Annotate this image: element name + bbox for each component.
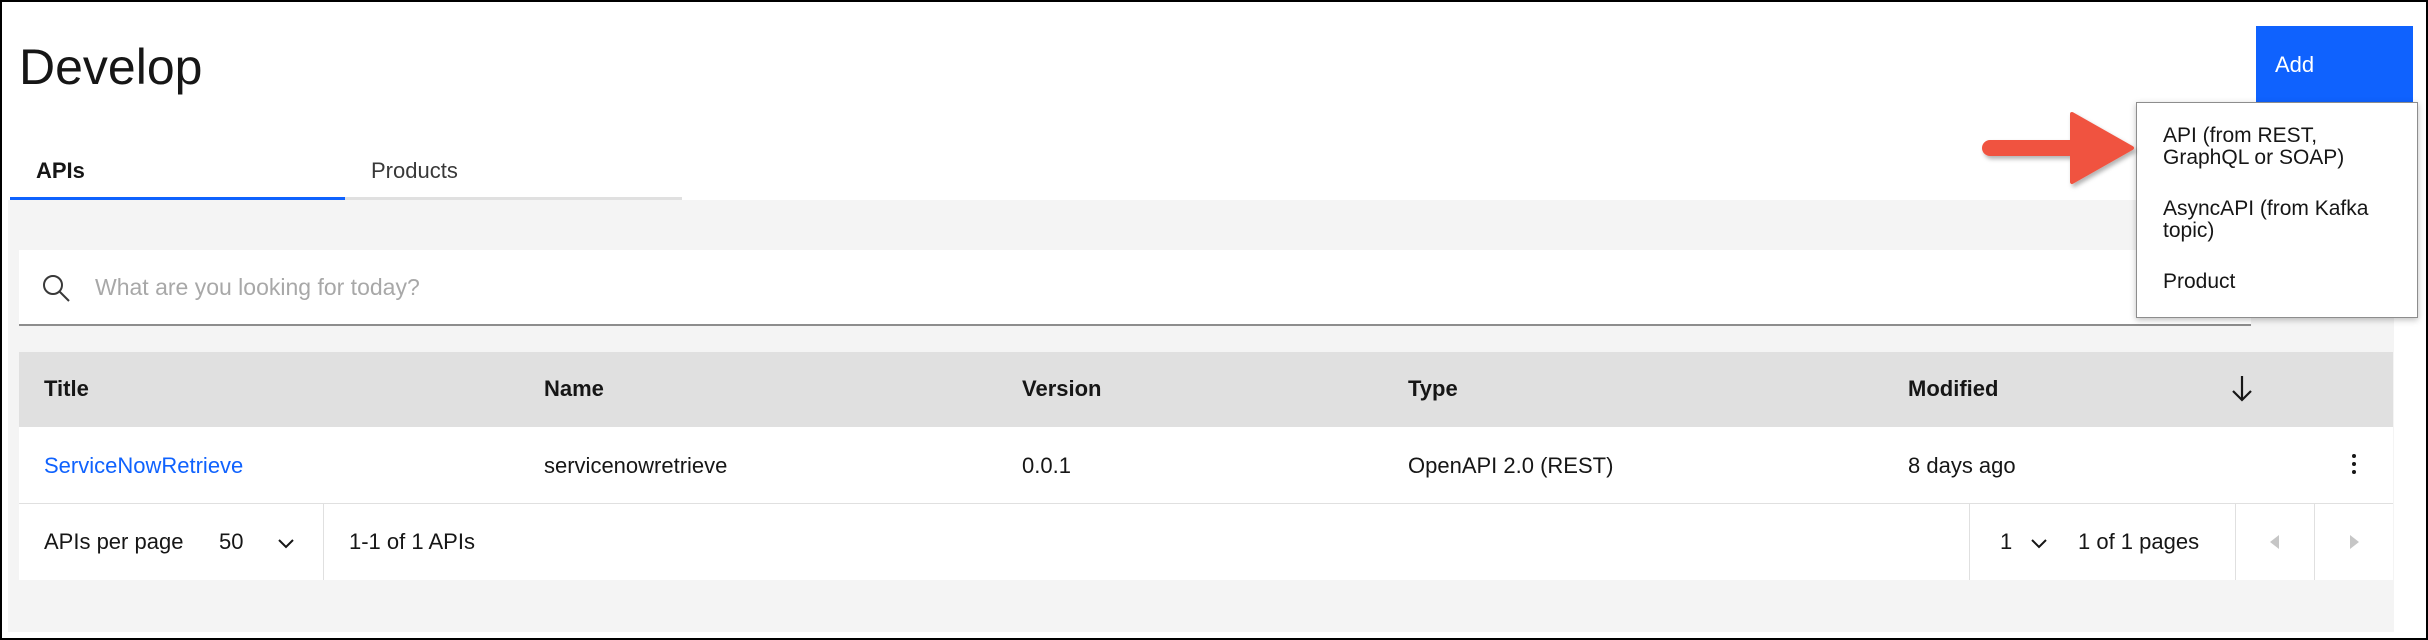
column-header-version[interactable]: Version xyxy=(1022,376,1101,402)
tab-list: APIs Products xyxy=(10,148,682,200)
tab-apis-label: APIs xyxy=(36,158,85,183)
chevron-down-icon xyxy=(278,539,294,549)
add-button[interactable]: Add xyxy=(2256,26,2413,104)
previous-page-button[interactable] xyxy=(2236,504,2314,580)
pages-text: 1 of 1 pages xyxy=(2078,529,2200,554)
api-type: OpenAPI 2.0 (REST) xyxy=(1408,453,1614,478)
annotation-arrow-icon xyxy=(1982,112,2134,184)
pagination-divider xyxy=(1969,504,1970,580)
search-bar xyxy=(19,250,2251,326)
pagination-divider xyxy=(323,504,324,580)
caret-left-icon xyxy=(2270,535,2279,549)
items-range-text: 1-1 of 1 APIs xyxy=(349,529,475,554)
column-header-title[interactable]: Title xyxy=(44,376,89,402)
api-modified: 8 days ago xyxy=(1908,453,2016,478)
api-version: 0.0.1 xyxy=(1022,453,1071,478)
menu-item-asyncapi[interactable]: AsyncAPI (from Kafka topic) xyxy=(2163,198,2408,242)
menu-item-asyncapi-line1: AsyncAPI (from Kafka xyxy=(2163,197,2369,220)
menu-item-api[interactable]: API (from REST, GraphQL or SOAP) xyxy=(2163,125,2408,169)
table-header: Title Name Version Type Modified xyxy=(19,352,2393,427)
sort-arrow-down-icon[interactable] xyxy=(2225,371,2259,405)
column-header-modified[interactable]: Modified xyxy=(1908,376,1998,402)
add-dropdown-menu: API (from REST, GraphQL or SOAP) AsyncAP… xyxy=(2136,102,2418,318)
page-number-value: 1 xyxy=(2000,529,2013,554)
column-header-name[interactable]: Name xyxy=(544,376,604,402)
tab-products[interactable]: Products xyxy=(345,148,682,200)
menu-item-product[interactable]: Product xyxy=(2163,271,2408,293)
items-per-page-label: APIs per page xyxy=(44,529,184,554)
menu-item-product-label: Product xyxy=(2163,270,2236,293)
column-header-type[interactable]: Type xyxy=(1408,376,1458,402)
menu-item-asyncapi-line2: topic) xyxy=(2163,219,2215,242)
tab-apis[interactable]: APIs xyxy=(10,148,345,200)
menu-item-api-line1: API (from REST, xyxy=(2163,124,2318,147)
pagination-bar: APIs per page 50 1-1 of 1 APIs 1 1 of 1 … xyxy=(19,504,2393,580)
tab-products-label: Products xyxy=(371,158,458,183)
api-name: servicenowretrieve xyxy=(544,453,728,478)
menu-item-api-line2: GraphQL or SOAP) xyxy=(2163,146,2345,169)
caret-right-icon xyxy=(2350,535,2359,549)
chevron-down-icon xyxy=(2031,539,2047,549)
api-title-link[interactable]: ServiceNowRetrieve xyxy=(44,453,243,479)
table-row: ServiceNowRetrieve servicenowretrieve 0.… xyxy=(19,427,2393,504)
search-icon xyxy=(43,275,70,302)
search-input[interactable] xyxy=(93,250,2197,324)
page-title: Develop xyxy=(19,39,203,95)
items-per-page-value: 50 xyxy=(219,529,244,554)
next-page-button[interactable] xyxy=(2315,504,2393,580)
overflow-menu-icon[interactable] xyxy=(2339,449,2369,479)
